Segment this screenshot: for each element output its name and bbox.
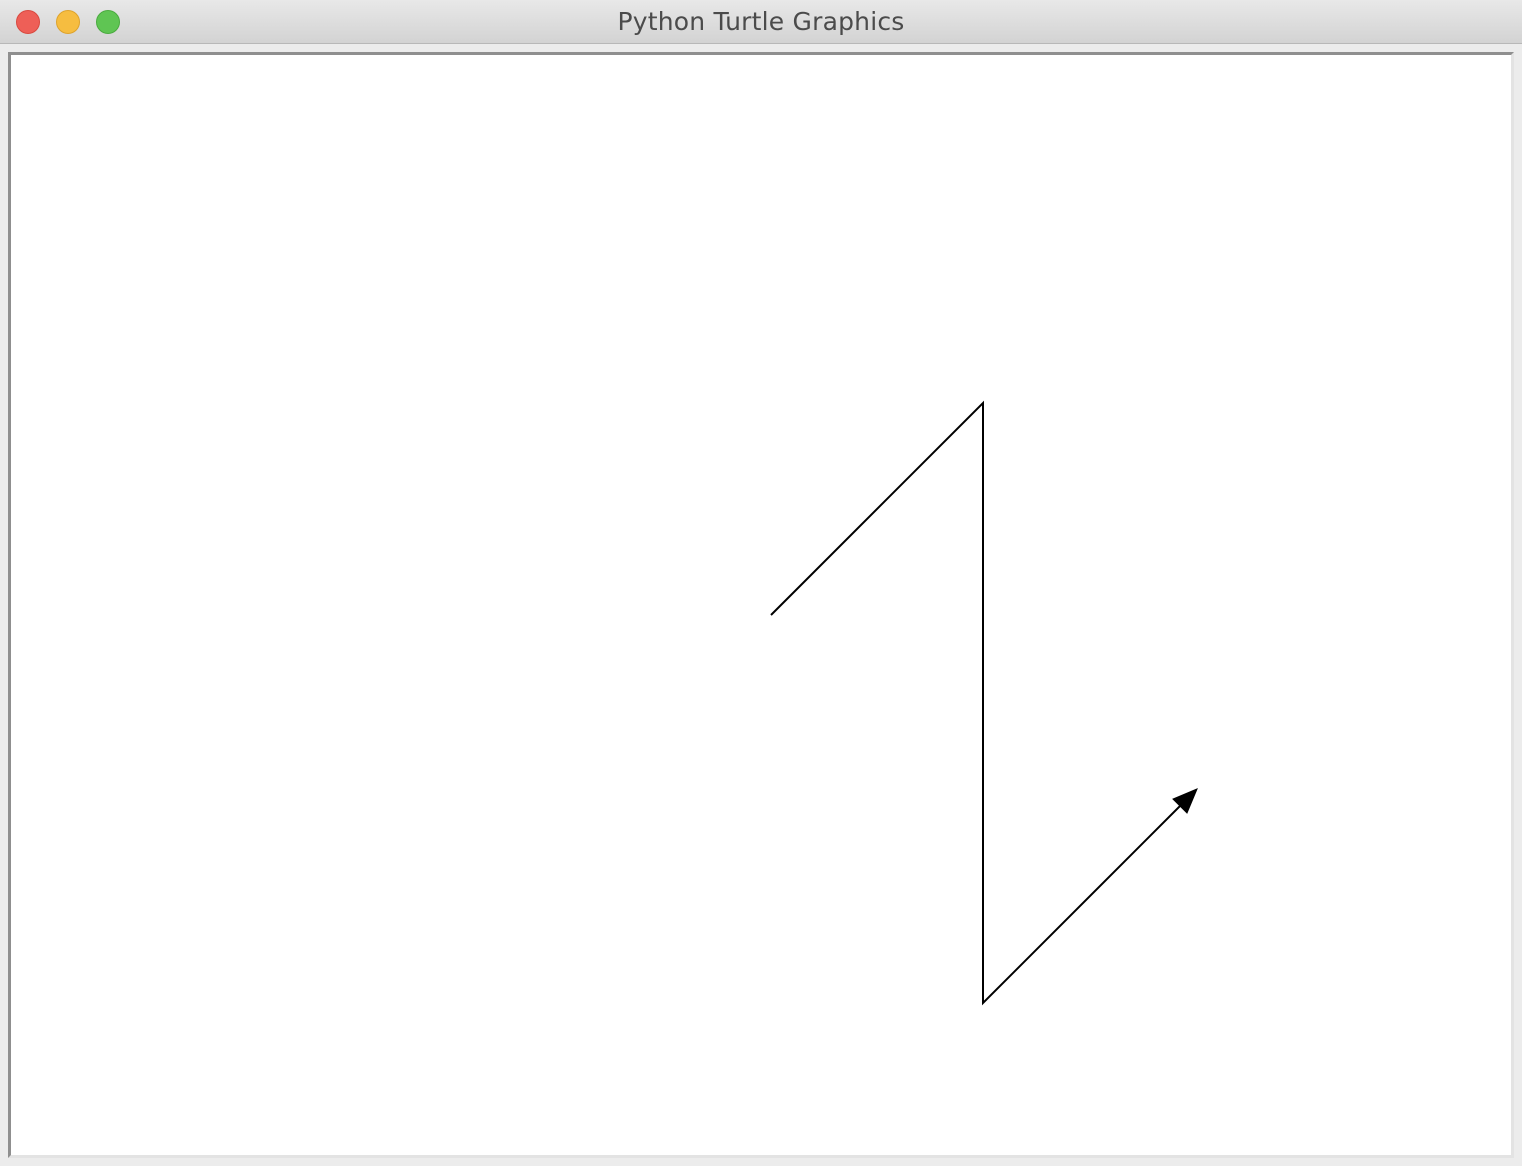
window-title: Python Turtle Graphics (617, 7, 905, 36)
drawing-canvas[interactable] (8, 52, 1514, 1158)
title-bar[interactable]: Python Turtle Graphics (0, 0, 1522, 44)
turtle-window: Python Turtle Graphics (0, 0, 1522, 1166)
turtle-canvas-svg (770, 400, 1198, 1006)
turtle-path (770, 400, 1192, 1006)
